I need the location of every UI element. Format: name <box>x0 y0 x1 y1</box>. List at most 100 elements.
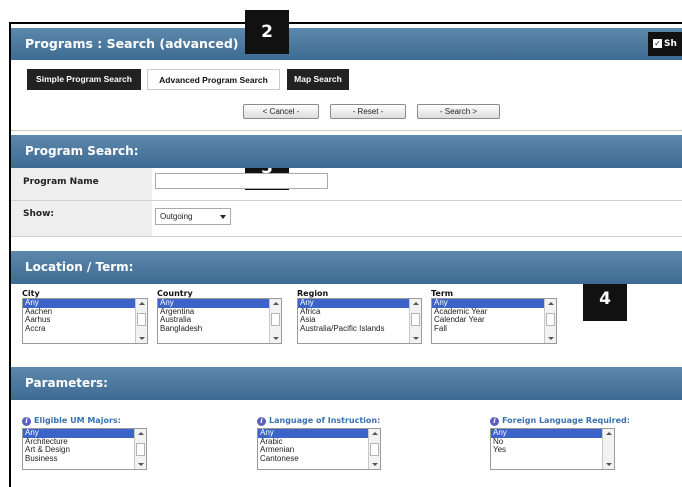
list-item[interactable]: Australia <box>158 316 281 325</box>
scroll-up-icon <box>372 432 378 435</box>
list-item[interactable]: Business <box>23 455 146 464</box>
list-item[interactable]: Yes <box>491 446 614 455</box>
list-item[interactable]: Any <box>158 299 281 308</box>
region-listbox[interactable]: Any Africa Asia Australia/Pacific Island… <box>297 298 422 344</box>
scroll-down-icon <box>138 463 144 466</box>
program-name-label: Program Name <box>11 168 152 200</box>
list-item[interactable]: Asia <box>298 316 421 325</box>
city-listbox[interactable]: Any Aachen Aarhus Accra <box>22 298 148 344</box>
scrollbar[interactable] <box>134 429 146 469</box>
scrollbar-thumb[interactable] <box>136 443 145 456</box>
list-item[interactable]: Bangladesh <box>158 325 281 334</box>
reset-button[interactable]: - Reset - <box>330 104 406 119</box>
country-listbox[interactable]: Any Argentina Australia Bangladesh <box>157 298 282 344</box>
tab-simple-program-search[interactable]: Simple Program Search <box>27 69 141 90</box>
list-item[interactable]: Aarhus <box>23 316 147 325</box>
program-search-header: Program Search: <box>11 135 682 168</box>
info-icon[interactable]: i <box>490 417 499 426</box>
list-item[interactable]: Any <box>298 299 421 308</box>
list-item[interactable]: Arabic <box>258 438 380 447</box>
show-label: Show: <box>11 201 152 236</box>
page-title: Programs : Search (advanced) <box>25 36 239 51</box>
list-item[interactable]: Architecture <box>23 438 146 447</box>
list-item[interactable]: Aachen <box>23 308 147 317</box>
scrollbar[interactable] <box>368 429 380 469</box>
eligible-majors-label: i Eligible UM Majors: <box>22 416 121 426</box>
divider <box>11 130 682 131</box>
city-label: City <box>22 289 40 298</box>
info-icon[interactable]: i <box>22 417 31 426</box>
eligible-majors-listbox[interactable]: Any Architecture Art & Design Business <box>22 428 147 470</box>
list-item[interactable]: Africa <box>298 308 421 317</box>
scrollbar-thumb[interactable] <box>271 313 280 326</box>
scroll-down-icon <box>139 337 145 340</box>
list-item[interactable]: Australia/Pacific Islands <box>298 325 421 334</box>
show-select[interactable]: Outgoing <box>155 208 231 225</box>
language-of-instruction-label: i Language of Instruction: <box>257 416 380 426</box>
scroll-up-icon <box>413 302 419 305</box>
list-item[interactable]: Academic Year <box>432 308 556 317</box>
page-title-bar: Programs : Search (advanced) ✓ Sh <box>11 28 682 60</box>
language-of-instruction-label-text: Language of Instruction: <box>269 416 381 425</box>
scrollbar[interactable] <box>269 299 281 343</box>
show-toggle[interactable]: ✓ Sh <box>648 32 682 56</box>
language-of-instruction-listbox[interactable]: Any Arabic Armenian Cantonese <box>257 428 381 470</box>
section-title: Program Search: <box>25 144 139 158</box>
scroll-down-icon <box>273 337 279 340</box>
location-term-header: Location / Term: <box>11 251 682 284</box>
list-item[interactable]: Any <box>432 299 556 308</box>
tab-advanced-program-search[interactable]: Advanced Program Search <box>147 69 280 90</box>
region-label: Region <box>297 289 329 298</box>
scrollbar[interactable] <box>602 429 614 469</box>
scrollbar[interactable] <box>544 299 556 343</box>
callout-2: 2 <box>245 10 289 54</box>
scroll-down-icon <box>372 463 378 466</box>
scrollbar[interactable] <box>409 299 421 343</box>
list-item[interactable]: Any <box>23 429 146 438</box>
scroll-up-icon <box>548 302 554 305</box>
foreign-language-required-listbox[interactable]: Any No Yes <box>490 428 615 470</box>
program-name-input[interactable] <box>155 173 328 189</box>
checkbox-icon: ✓ <box>653 39 662 48</box>
section-title: Location / Term: <box>25 260 134 274</box>
scroll-up-icon <box>273 302 279 305</box>
show-select-value: Outgoing <box>160 212 193 221</box>
row-divider <box>11 236 682 237</box>
list-item[interactable]: Any <box>258 429 380 438</box>
chevron-down-icon <box>220 215 226 219</box>
list-item[interactable]: Accra <box>23 325 147 334</box>
eligible-majors-label-text: Eligible UM Majors: <box>34 416 121 425</box>
scroll-up-icon <box>606 432 612 435</box>
tab-map-search[interactable]: Map Search <box>287 69 349 90</box>
country-label: Country <box>157 289 193 298</box>
scroll-up-icon <box>138 432 144 435</box>
scrollbar-thumb[interactable] <box>546 313 555 326</box>
scroll-up-icon <box>139 302 145 305</box>
list-item[interactable]: Any <box>491 429 614 438</box>
info-icon[interactable]: i <box>257 417 266 426</box>
scroll-down-icon <box>606 463 612 466</box>
foreign-language-required-label-text: Foreign Language Required: <box>502 416 630 425</box>
scrollbar[interactable] <box>135 299 147 343</box>
list-item[interactable]: Art & Design <box>23 446 146 455</box>
scrollbar-thumb[interactable] <box>370 443 379 456</box>
list-item[interactable]: Any <box>23 299 147 308</box>
foreign-language-required-label: i Foreign Language Required: <box>490 416 630 426</box>
list-item[interactable]: Argentina <box>158 308 281 317</box>
section-title: Parameters: <box>25 376 108 390</box>
list-item[interactable]: Calendar Year <box>432 316 556 325</box>
scrollbar-thumb[interactable] <box>411 313 420 326</box>
list-item[interactable]: No <box>491 438 614 447</box>
scroll-down-icon <box>548 337 554 340</box>
search-button[interactable]: - Search > <box>417 104 500 119</box>
list-item[interactable]: Armenian <box>258 446 380 455</box>
term-label: Term <box>431 289 454 298</box>
list-item[interactable]: Cantonese <box>258 455 380 464</box>
show-toggle-label: Sh <box>664 39 677 49</box>
parameters-header: Parameters: <box>11 367 682 400</box>
scroll-down-icon <box>413 337 419 340</box>
term-listbox[interactable]: Any Academic Year Calendar Year Fall <box>431 298 557 344</box>
cancel-button[interactable]: < Cancel - <box>243 104 319 119</box>
scrollbar-thumb[interactable] <box>137 313 146 326</box>
list-item[interactable]: Fall <box>432 325 556 334</box>
